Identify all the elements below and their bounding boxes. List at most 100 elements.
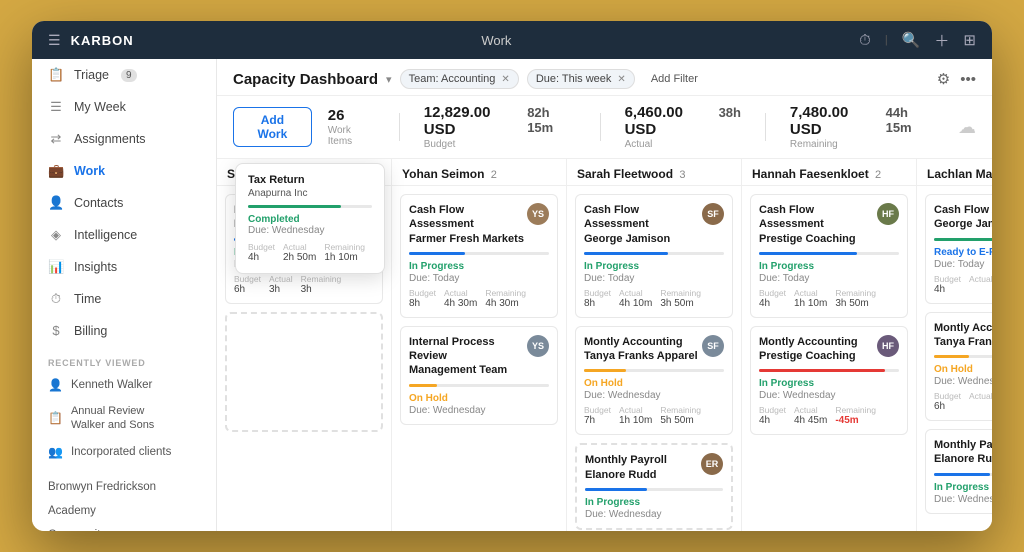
sidebar-item-intelligence[interactable]: ◈ Intelligence (32, 219, 216, 251)
search-icon[interactable]: 🔍 (902, 31, 921, 49)
more-options-icon[interactable]: ••• (960, 71, 976, 88)
card-budget-row: Budget 7h Actual 1h 10m Remaining 5h 50m (584, 405, 724, 426)
titlebar-actions: ⏱ | 🔍 ＋ ⊞ (859, 30, 976, 51)
menu-icon[interactable]: ☰ (48, 32, 61, 49)
budget-hours: 82h 15m (527, 105, 575, 135)
content-area: Capacity Dashboard ▾ Team: Accounting ✕ … (217, 59, 992, 531)
sidebar-item-insights[interactable]: 📊 Insights (32, 251, 216, 283)
card-yohan-1[interactable]: Internal Process ReviewManagement Team Y… (400, 326, 558, 425)
card-lachlan-0[interactable]: Cash Flow Assess...George Jamison LM Rea… (925, 194, 992, 304)
columns-wrapper: Sara Goepel 4 Monthly PayrollFranchisee … (217, 159, 992, 531)
budget-label: Budget (424, 139, 576, 150)
chevron-down-icon[interactable]: ▾ (386, 73, 392, 86)
stat-budget: 12,829.00 USD 82h 15m Budget (424, 104, 576, 150)
card-sarah-1[interactable]: Montly AccountingTanya Franks Apparel SF… (575, 326, 733, 436)
progress-fill (584, 369, 626, 372)
filter-thisweek-close[interactable]: ✕ (617, 74, 625, 85)
add-icon[interactable]: ＋ (934, 30, 949, 51)
sidebar-item-work[interactable]: 💼 Work (32, 155, 216, 187)
main-layout: 📋 Triage 9 ☰ My Week ⇄ Assignments 💼 Wor… (32, 59, 992, 531)
assignments-icon: ⇄ (48, 131, 64, 147)
remaining-value: 7,480.00 USD (790, 104, 878, 138)
card-budget-row: Budget 8h Actual 4h 10m Remaining 3h 50m (584, 288, 724, 309)
actual-hours: 38h (719, 105, 741, 120)
card-hannah-1[interactable]: Montly AccountingPrestige Coaching HF In… (750, 326, 908, 436)
work-icon: 💼 (48, 163, 64, 179)
intelligence-icon: ◈ (48, 227, 64, 243)
add-filter-button[interactable]: Add Filter (643, 70, 706, 88)
triage-badge: 9 (121, 69, 137, 82)
column-lachlan-header: Lachlan Macindo 3 (917, 159, 992, 186)
card-due: Due: Today (409, 273, 549, 284)
grid-icon[interactable]: ⊞ (963, 31, 976, 49)
sidebar-item-myweek[interactable]: ☰ My Week (32, 91, 216, 123)
dashboard-title: Capacity Dashboard (233, 71, 378, 88)
contacts-icon: 👤 (48, 195, 64, 211)
progress-track (934, 238, 992, 241)
sidebar-item-contacts[interactable]: 👤 Contacts (32, 187, 216, 219)
card-due: Due: Wednesday (934, 494, 992, 505)
brand-label: KARBON (71, 33, 134, 48)
card-status: In Progress (759, 261, 899, 272)
progress-track (585, 488, 723, 491)
progress-track (409, 252, 549, 255)
recently-viewed-label: RECENTLY VIEWED (32, 346, 216, 372)
card-budget-row: Budget 6h Actual Remaining 3h 1h (934, 391, 992, 412)
filter-accounting[interactable]: Team: Accounting ✕ (400, 69, 519, 89)
topbar: Capacity Dashboard ▾ Team: Accounting ✕ … (217, 59, 992, 96)
filter-accounting-close[interactable]: ✕ (501, 74, 509, 85)
group-icon: 👥 (48, 445, 63, 459)
sidebar-footer: Bronwyn Fredrickson Academy Community (32, 465, 216, 531)
column-sarah-header: Sarah Fleetwood 3 (567, 159, 741, 186)
column-yohan-header: Yohan Seimon 2 (392, 159, 566, 186)
footer-academy[interactable]: Academy (48, 501, 200, 521)
card-status: In Progress (759, 378, 899, 389)
myweek-icon: ☰ (48, 99, 64, 115)
app-window: ☰ KARBON Work ⏱ | 🔍 ＋ ⊞ 📋 Triage 9 ☰ My … (32, 21, 992, 531)
timer-icon[interactable]: ⏱ (859, 32, 871, 49)
sidebar-item-triage[interactable]: 📋 Triage 9 (32, 59, 216, 91)
filter-sliders-icon[interactable]: ⚙ (937, 70, 950, 88)
progress-track (584, 252, 724, 255)
remaining-label: Remaining (790, 139, 934, 150)
triage-icon: 📋 (48, 67, 64, 83)
progress-fill (934, 355, 969, 358)
card-title: Cash Flow Assess...George Jamison (934, 203, 992, 232)
footer-bronwyn[interactable]: Bronwyn Fredrickson (48, 477, 200, 497)
recently-incorporated[interactable]: 👥 Incorporated clients (32, 439, 216, 465)
card-sarah-2[interactable]: Monthly PayrollElanore Rudd ER In Progre… (575, 443, 733, 530)
progress-fill (409, 384, 437, 387)
card-status: In Progress (585, 497, 723, 508)
card-status: In Progress (409, 261, 549, 272)
columns-area: Sara Goepel 4 Monthly PayrollFranchisee … (217, 159, 992, 531)
card-lachlan-2[interactable]: Monthly PayrollElanore Rudd LM In Progre… (925, 429, 992, 514)
sidebar-item-time[interactable]: ⏱ Time (32, 283, 216, 315)
footer-community[interactable]: Community (48, 525, 200, 531)
card-avatar: SF (702, 335, 724, 357)
card-sarah-0[interactable]: Cash Flow AssessmentGeorge Jamison SF In… (575, 194, 733, 318)
progress-fill (409, 252, 465, 255)
recently-kenneth[interactable]: 👤 Kenneth Walker (32, 372, 216, 398)
filter-thisweek[interactable]: Due: This week ✕ (527, 69, 635, 89)
add-work-button[interactable]: Add Work (233, 107, 312, 147)
card-hannah-0[interactable]: Cash Flow AssessmentPrestige Coaching HF… (750, 194, 908, 318)
card-due: Due: Wednesday (584, 390, 724, 401)
progress-track (759, 252, 899, 255)
actual-value: 6,460.00 USD (625, 104, 711, 138)
progress-track (409, 384, 549, 387)
doc-icon: 📋 (48, 411, 63, 425)
card-avatar: YS (527, 335, 549, 357)
progress-track (584, 369, 724, 372)
statsbar: Add Work 26 Work Items 12,829.00 USD 82h… (217, 96, 992, 159)
card-yohan-0[interactable]: Cash Flow AssessmentFarmer Fresh Markets… (400, 194, 558, 318)
card-status: On Hold (409, 393, 549, 404)
card-status: Ready to E-File (934, 247, 992, 258)
card-avatar: HF (877, 203, 899, 225)
sidebar: 📋 Triage 9 ☰ My Week ⇄ Assignments 💼 Wor… (32, 59, 217, 531)
column-sarah: Sarah Fleetwood 3 Cash Flow AssessmentGe… (567, 159, 742, 531)
sidebar-item-assignments[interactable]: ⇄ Assignments (32, 123, 216, 155)
card-budget-row: Budget 6h Actual 3h Remaining 3h (234, 274, 374, 295)
sidebar-item-billing[interactable]: $ Billing (32, 315, 216, 346)
recently-annual[interactable]: 📋 Annual ReviewWalker and Sons (32, 398, 216, 439)
card-lachlan-1[interactable]: Montly AccountingTanya Franks Ap... LM O… (925, 312, 992, 422)
